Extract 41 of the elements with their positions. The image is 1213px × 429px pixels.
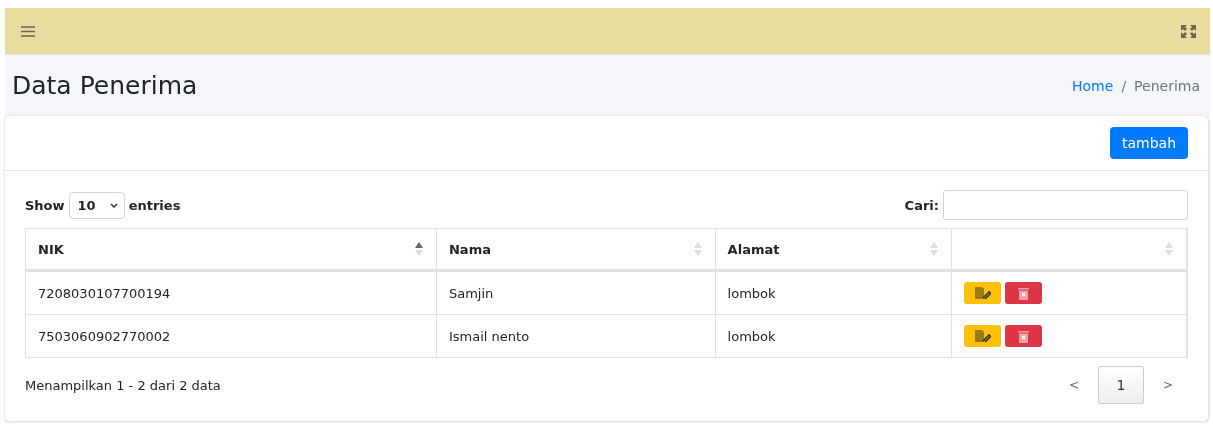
edit-icon [974, 330, 991, 342]
sort-icon [414, 241, 424, 257]
fullscreen-icon[interactable] [1181, 24, 1196, 38]
breadcrumb-current: Penerima [1134, 77, 1200, 94]
table-cell: 7503060902770002 [26, 314, 437, 357]
edit-button[interactable] [964, 282, 1002, 304]
table-cell: 7208030107700194 [26, 271, 437, 314]
table-cell: Samjin [437, 271, 716, 314]
column-header[interactable]: Nama [437, 229, 716, 271]
breadcrumb-separator: / [1121, 77, 1127, 94]
search-field[interactable] [943, 190, 1188, 220]
next-page-button[interactable]: > [1148, 366, 1188, 404]
sort-icon [692, 241, 703, 257]
trash-icon [1018, 329, 1030, 343]
column-header[interactable]: Alamat [715, 229, 953, 271]
column-label: NIK [38, 241, 64, 257]
table-cell: lombok [715, 271, 953, 314]
delete-button[interactable] [1005, 282, 1043, 304]
previous-page-button[interactable]: < [1054, 366, 1094, 404]
page-title: Data Penerima [12, 71, 198, 100]
breadcrumb-link[interactable]: Home [1072, 77, 1114, 94]
column-header[interactable]: NIK [26, 229, 437, 271]
column-label: Alamat [727, 241, 780, 257]
entries-select[interactable]: 10 [68, 191, 125, 219]
delete-button[interactable] [1005, 325, 1043, 347]
sort-icon [929, 241, 940, 257]
show-label: Show [25, 197, 65, 213]
menu-icon[interactable] [21, 25, 35, 37]
page-button[interactable]: 1 [1098, 366, 1144, 404]
entries-label: entries [128, 197, 181, 213]
sort-icon [1164, 241, 1174, 257]
edit-button[interactable] [964, 325, 1002, 347]
edit-icon [974, 287, 991, 299]
trash-icon [1018, 286, 1030, 300]
table-cell: Ismail nento [437, 314, 716, 357]
table-info: Menampilkan 1 - 2 dari 2 data [25, 377, 221, 393]
search-label: Cari: [904, 197, 939, 213]
table-cell: lombok [715, 314, 953, 357]
chevron-icon [109, 202, 118, 208]
column-label: Nama [449, 241, 491, 257]
add-button[interactable]: tambah [1109, 127, 1188, 159]
